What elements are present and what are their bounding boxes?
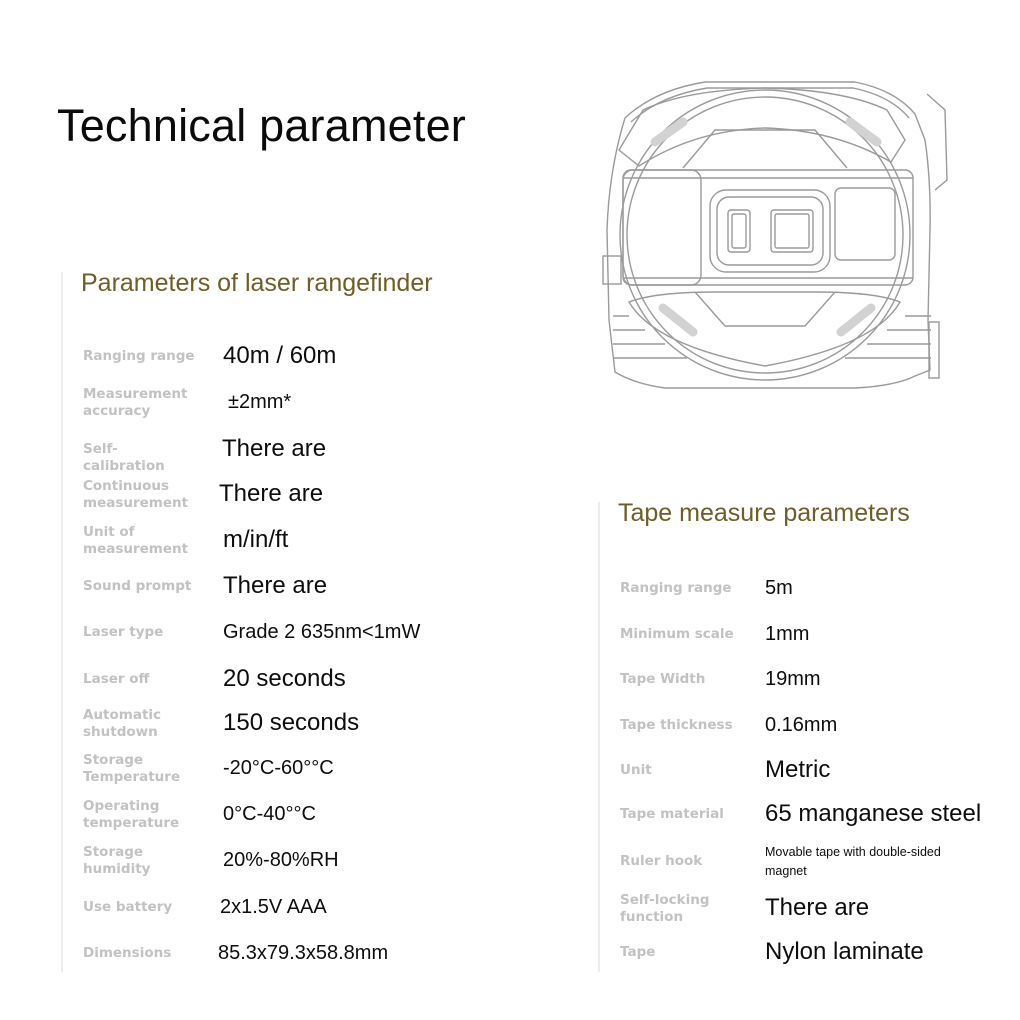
laser-param-value: ±2mm*: [228, 391, 292, 413]
laser-param-value: 0°C-40°°C: [223, 803, 316, 825]
tape-param-label: Tape Width: [620, 671, 706, 687]
laser-param-label: Laser off: [83, 671, 150, 687]
tape-param-label: Minimum scale: [620, 626, 734, 642]
laser-tape-measure-illustration: [602, 81, 948, 389]
laser-param-value: -20°C-60°°C: [223, 757, 334, 779]
laser-param-label: Storage humidity: [83, 844, 151, 877]
tape-param-label: Ruler hook: [620, 853, 703, 869]
tape-param-value: There are: [765, 894, 870, 921]
laser-section-heading: Parameters of laser rangefinder: [81, 269, 433, 297]
laser-param-value: m/in/ft: [223, 526, 289, 553]
laser-param-label: Sound prompt: [83, 578, 192, 594]
laser-param-label: Continuous measurement: [83, 478, 189, 511]
tape-param-value: 1mm: [765, 623, 810, 645]
page-title: Technical parameter: [57, 100, 466, 151]
tape-param-value: Nylon laminate: [765, 938, 924, 965]
laser-param-value: 150 seconds: [223, 709, 360, 736]
laser-param-label: Operating temperature: [83, 798, 180, 831]
tape-section-divider: [598, 502, 600, 972]
tape-param-value: 65 manganese steel: [765, 800, 982, 827]
laser-param-value: There are: [222, 435, 327, 462]
laser-param-label: Ranging range: [83, 348, 195, 364]
laser-param-label: Storage Temperature: [83, 752, 181, 785]
laser-param-label: Use battery: [83, 899, 173, 915]
tape-param-value: 5m: [765, 577, 793, 599]
laser-param-label: Measurement accuracy: [83, 386, 188, 419]
laser-param-value: 40m / 60m: [223, 342, 337, 369]
laser-param-value: 20%-80%RH: [223, 849, 339, 871]
laser-param-value: 85.3x79.3x58.8mm: [218, 942, 389, 964]
laser-section-divider: [61, 272, 63, 972]
tape-param-value: Movable tape with double-sided magnet: [765, 845, 941, 878]
tape-param-label: Tape material: [620, 806, 724, 822]
laser-param-value: 20 seconds: [223, 665, 346, 692]
tape-param-label: Tape thickness: [620, 717, 733, 733]
laser-param-value: There are: [219, 480, 324, 507]
laser-param-label: Laser type: [83, 624, 164, 640]
tape-param-label: Ranging range: [620, 580, 732, 596]
tape-param-label: Unit: [620, 762, 652, 778]
laser-param-value: Grade 2 635nm<1mW: [223, 621, 421, 643]
laser-param-label: Unit of measurement: [83, 524, 189, 557]
laser-param-label: Dimensions: [83, 945, 172, 961]
laser-param-value: There are: [223, 572, 328, 599]
tape-param-value: 19mm: [765, 668, 821, 690]
laser-param-label: Automatic shutdown: [83, 707, 162, 740]
tape-param-value: Metric: [765, 756, 831, 783]
laser-param-label: Self-calibration: [83, 441, 165, 474]
tape-param-label: Self-locking function: [620, 892, 710, 925]
tape-section-heading: Tape measure parameters: [618, 499, 910, 527]
tape-param-value: 0.16mm: [765, 714, 838, 736]
laser-param-value: 2x1.5V AAA: [220, 896, 327, 918]
tape-param-label: Tape: [620, 944, 656, 960]
